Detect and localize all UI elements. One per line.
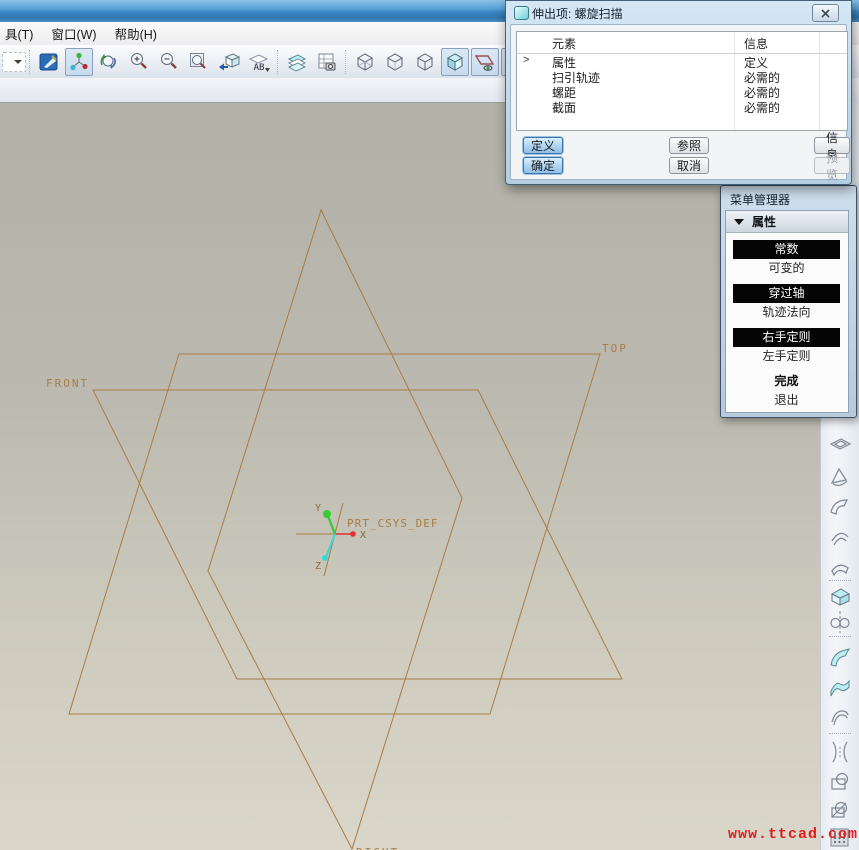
- svg-text:AB: AB: [254, 63, 265, 73]
- dialog-title: 伸出项: 螺旋扫描: [532, 5, 623, 22]
- toolbar-separator: [829, 636, 851, 637]
- saved-views-icon[interactable]: [215, 48, 243, 76]
- menu-window[interactable]: 窗口(W): [42, 21, 105, 46]
- y-axis-tip: [323, 510, 331, 518]
- dialog-body: 元素 信息 >属性定义扫引轨迹必需的螺距必需的截面 必需的 定义 参照 信息 确定…: [510, 24, 847, 180]
- wireframe-view: TOP FRONT RIGHT PRT_CSYS_DEF X Y Z: [0, 103, 821, 850]
- datum-planes-toggle[interactable]: [471, 48, 499, 76]
- table-header: 元素 信息: [517, 32, 847, 54]
- right-plane-label: RIGHT: [356, 846, 399, 850]
- info-cell: 必需的: [744, 99, 780, 116]
- menu-manager-body: 属性 常数可变的穿过轴轨迹法向右手定则左手定则完成退出: [725, 210, 849, 413]
- z-axis-label: Z: [315, 561, 321, 572]
- section-header-attributes[interactable]: 属性: [726, 211, 848, 233]
- model-tree-icon[interactable]: [313, 48, 341, 76]
- toolbar-separator: [345, 50, 347, 74]
- toolbar-separator: [277, 50, 279, 74]
- element-column-header: 元素: [552, 35, 576, 52]
- menu-group: 右手定则左手定则: [733, 328, 848, 366]
- menu-item[interactable]: 常数: [733, 240, 840, 259]
- section-label: 属性: [752, 213, 776, 230]
- no-hidden-icon[interactable]: [411, 48, 439, 76]
- hidden-line-icon[interactable]: [381, 48, 409, 76]
- orient-mode-icon[interactable]: [95, 48, 123, 76]
- close-button[interactable]: [812, 4, 839, 22]
- zoom-in-icon[interactable]: [125, 48, 153, 76]
- application-window: 具(T) 窗口(W) 帮助(H) AB: [0, 0, 859, 850]
- ok-button[interactable]: 确定: [523, 157, 563, 174]
- draft-tool-icon[interactable]: [827, 797, 853, 823]
- helical-sweep-dialog: 伸出项: 螺旋扫描 元素 信息 >属性定义扫引轨迹必需的螺距必需的截面 必需的 定…: [505, 0, 852, 185]
- boundary-blend-icon[interactable]: [827, 675, 853, 701]
- extrude-tool-icon[interactable]: [827, 584, 853, 610]
- surface-blend-icon[interactable]: [827, 524, 853, 550]
- spin-center-icon[interactable]: [65, 48, 93, 76]
- z-axis: [326, 534, 335, 557]
- surface-style-icon[interactable]: [827, 554, 853, 580]
- y-axis-label: Y: [315, 503, 321, 514]
- wireframe-icon[interactable]: [351, 48, 379, 76]
- surface-extrude-icon[interactable]: [827, 434, 853, 460]
- dialog-titlebar[interactable]: 伸出项: 螺旋扫描: [506, 1, 851, 23]
- info-column-header: 信息: [744, 35, 768, 52]
- annotation-icon[interactable]: AB: [245, 48, 273, 76]
- csys-label: PRT_CSYS_DEF: [347, 517, 438, 530]
- round-tool-icon[interactable]: [827, 739, 853, 765]
- element-row[interactable]: 扫引轨迹必需的: [517, 69, 847, 84]
- watermark-text: www.ttcad.com: [728, 826, 858, 843]
- zoom-out-icon[interactable]: [155, 48, 183, 76]
- element-row[interactable]: 螺距必需的: [517, 84, 847, 99]
- toolbar-separator: [829, 580, 851, 581]
- menu-group: 完成退出: [733, 372, 848, 410]
- x-axis-tip: [350, 531, 356, 537]
- z-axis-tip: [322, 555, 328, 561]
- toolbar-separator: [829, 733, 851, 734]
- menu-item[interactable]: 左手定则: [733, 347, 840, 366]
- menu-item[interactable]: 退出: [733, 391, 840, 410]
- menu-group: 常数可变的: [733, 240, 848, 278]
- style-tool-icon[interactable]: [827, 704, 853, 730]
- layers-icon[interactable]: [283, 48, 311, 76]
- menu-manager: 菜单管理器 属性 常数可变的穿过轴轨迹法向右手定则左手定则完成退出: [720, 185, 857, 418]
- view-combo[interactable]: [2, 52, 26, 72]
- element-row[interactable]: 截面 必需的: [517, 99, 847, 114]
- shaded-icon[interactable]: [441, 48, 469, 76]
- menu-manager-title[interactable]: 菜单管理器: [730, 191, 790, 208]
- toolbar-separator: [29, 50, 31, 74]
- graphics-canvas[interactable]: TOP FRONT RIGHT PRT_CSYS_DEF X Y Z: [0, 102, 821, 850]
- element-table: 元素 信息 >属性定义扫引轨迹必需的螺距必需的截面 必需的: [516, 31, 848, 131]
- repaint-icon[interactable]: [35, 48, 63, 76]
- element-row[interactable]: >属性定义: [517, 54, 847, 69]
- define-button[interactable]: 定义: [523, 137, 563, 154]
- element-cell: 截面: [552, 99, 576, 116]
- top-plane-label: TOP: [602, 342, 628, 355]
- menu-item[interactable]: 轨迹法向: [733, 303, 840, 322]
- dialog-icon: [514, 6, 529, 20]
- revolve-tool-icon[interactable]: [827, 609, 853, 635]
- cancel-button[interactable]: 取消: [669, 157, 709, 174]
- sweep-tool-icon[interactable]: [827, 645, 853, 671]
- menu-item[interactable]: 右手定则: [733, 328, 840, 347]
- preview-button[interactable]: 预览: [814, 157, 850, 174]
- surface-revolve-icon[interactable]: [827, 464, 853, 490]
- datum-plane-front[interactable]: [93, 390, 622, 679]
- chevron-down-icon: [14, 60, 22, 68]
- menu-tools[interactable]: 具(T): [0, 21, 42, 46]
- menu-group: 穿过轴轨迹法向: [733, 284, 848, 322]
- menu-item[interactable]: 完成: [733, 372, 840, 391]
- triangle-collapse-icon: [734, 219, 744, 230]
- x-axis-label: X: [360, 530, 366, 541]
- y-axis: [328, 516, 335, 534]
- menu-help[interactable]: 帮助(H): [106, 21, 166, 46]
- chamfer-tool-icon[interactable]: [827, 769, 853, 795]
- row-selected-marker: >: [523, 54, 529, 66]
- refit-icon[interactable]: [185, 48, 213, 76]
- surface-sweep-icon[interactable]: [827, 494, 853, 520]
- refs-button[interactable]: 参照: [669, 137, 709, 154]
- menu-item[interactable]: 可变的: [733, 259, 840, 278]
- menu-item[interactable]: 穿过轴: [733, 284, 840, 303]
- front-plane-label: FRONT: [46, 377, 89, 390]
